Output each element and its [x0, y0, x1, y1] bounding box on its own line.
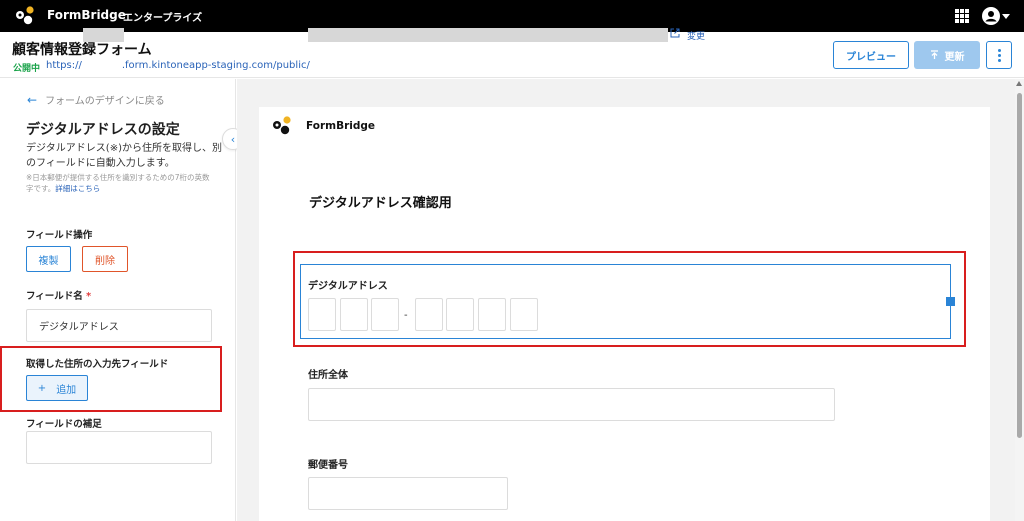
- full-address-input[interactable]: [308, 388, 835, 421]
- more-options-icon[interactable]: [986, 41, 1012, 69]
- arrow-left-icon: ←: [27, 92, 38, 107]
- field-ops-label: フィールド操作: [26, 230, 93, 241]
- formbridge-logo-icon: [16, 6, 34, 25]
- update-button[interactable]: 更新: [914, 41, 980, 69]
- url-redaction: [308, 28, 668, 42]
- required-mark: *: [86, 291, 92, 302]
- update-button-label: 更新: [944, 51, 965, 63]
- highlight-box: [293, 251, 966, 347]
- scroll-up-icon[interactable]: [1016, 81, 1022, 86]
- postal-code-input[interactable]: [308, 477, 508, 510]
- delete-button[interactable]: 削除: [82, 246, 128, 272]
- preview-button[interactable]: プレビュー: [833, 41, 909, 69]
- chevron-left-icon: ‹: [230, 132, 236, 146]
- apps-grid-icon[interactable]: [955, 9, 969, 23]
- form-title: 顧客情報登録フォーム: [12, 42, 152, 58]
- supplement-input[interactable]: [26, 431, 212, 464]
- scrollbar-thumb[interactable]: [1017, 93, 1022, 438]
- upload-icon: [930, 50, 938, 59]
- url-prefix: https://: [46, 60, 82, 71]
- chevron-down-icon[interactable]: [1002, 14, 1010, 19]
- preview-brand-name: FormBridge: [306, 120, 376, 132]
- public-url-link[interactable]: https:// .form.kintoneapp-staging.com/pub…: [46, 60, 310, 71]
- details-link[interactable]: 詳細はこちら: [55, 184, 100, 193]
- back-to-design-link[interactable]: ← フォームのデザインに戻る: [27, 92, 165, 108]
- scrollbar[interactable]: [1015, 79, 1024, 521]
- field-name-label: フィールド名 *: [26, 288, 91, 302]
- edition-label: エンタープライズ: [123, 13, 203, 24]
- url-middle: .form.kintoneapp-staging.com/public/: [121, 60, 310, 71]
- status-badge: 公開中: [13, 64, 41, 74]
- user-account-icon[interactable]: [982, 7, 1000, 25]
- url-redaction: [83, 28, 124, 42]
- note-text: ※日本郵便が提供する住所を識別するための7桁の英数字です。: [26, 173, 210, 193]
- back-link-label: フォームのデザインに戻る: [45, 96, 165, 107]
- highlight-box: [0, 346, 222, 412]
- postal-code-label: 郵便番号: [308, 460, 348, 471]
- field-name-label-text: フィールド名: [26, 291, 83, 302]
- external-link-icon[interactable]: [670, 28, 680, 38]
- brand-name: FormBridge: [47, 8, 126, 22]
- full-address-label: 住所全体: [308, 370, 348, 381]
- field-name-input[interactable]: デジタルアドレス: [26, 309, 212, 342]
- duplicate-button[interactable]: 複製: [26, 246, 71, 272]
- formbridge-logo-icon: [273, 116, 291, 135]
- panel-description: デジタルアドレス(※)から住所を取得し、別のフィールドに自動入力します。: [26, 143, 222, 169]
- supplement-label: フィールドの補足: [26, 419, 102, 430]
- form-heading: デジタルアドレス確認用: [309, 196, 452, 211]
- panel-note: ※日本郵便が提供する住所を識別するための7桁の英数字です。詳細はこちら: [26, 172, 216, 194]
- change-url-link[interactable]: 変更: [687, 29, 705, 42]
- panel-title: デジタルアドレスの設定: [26, 122, 180, 138]
